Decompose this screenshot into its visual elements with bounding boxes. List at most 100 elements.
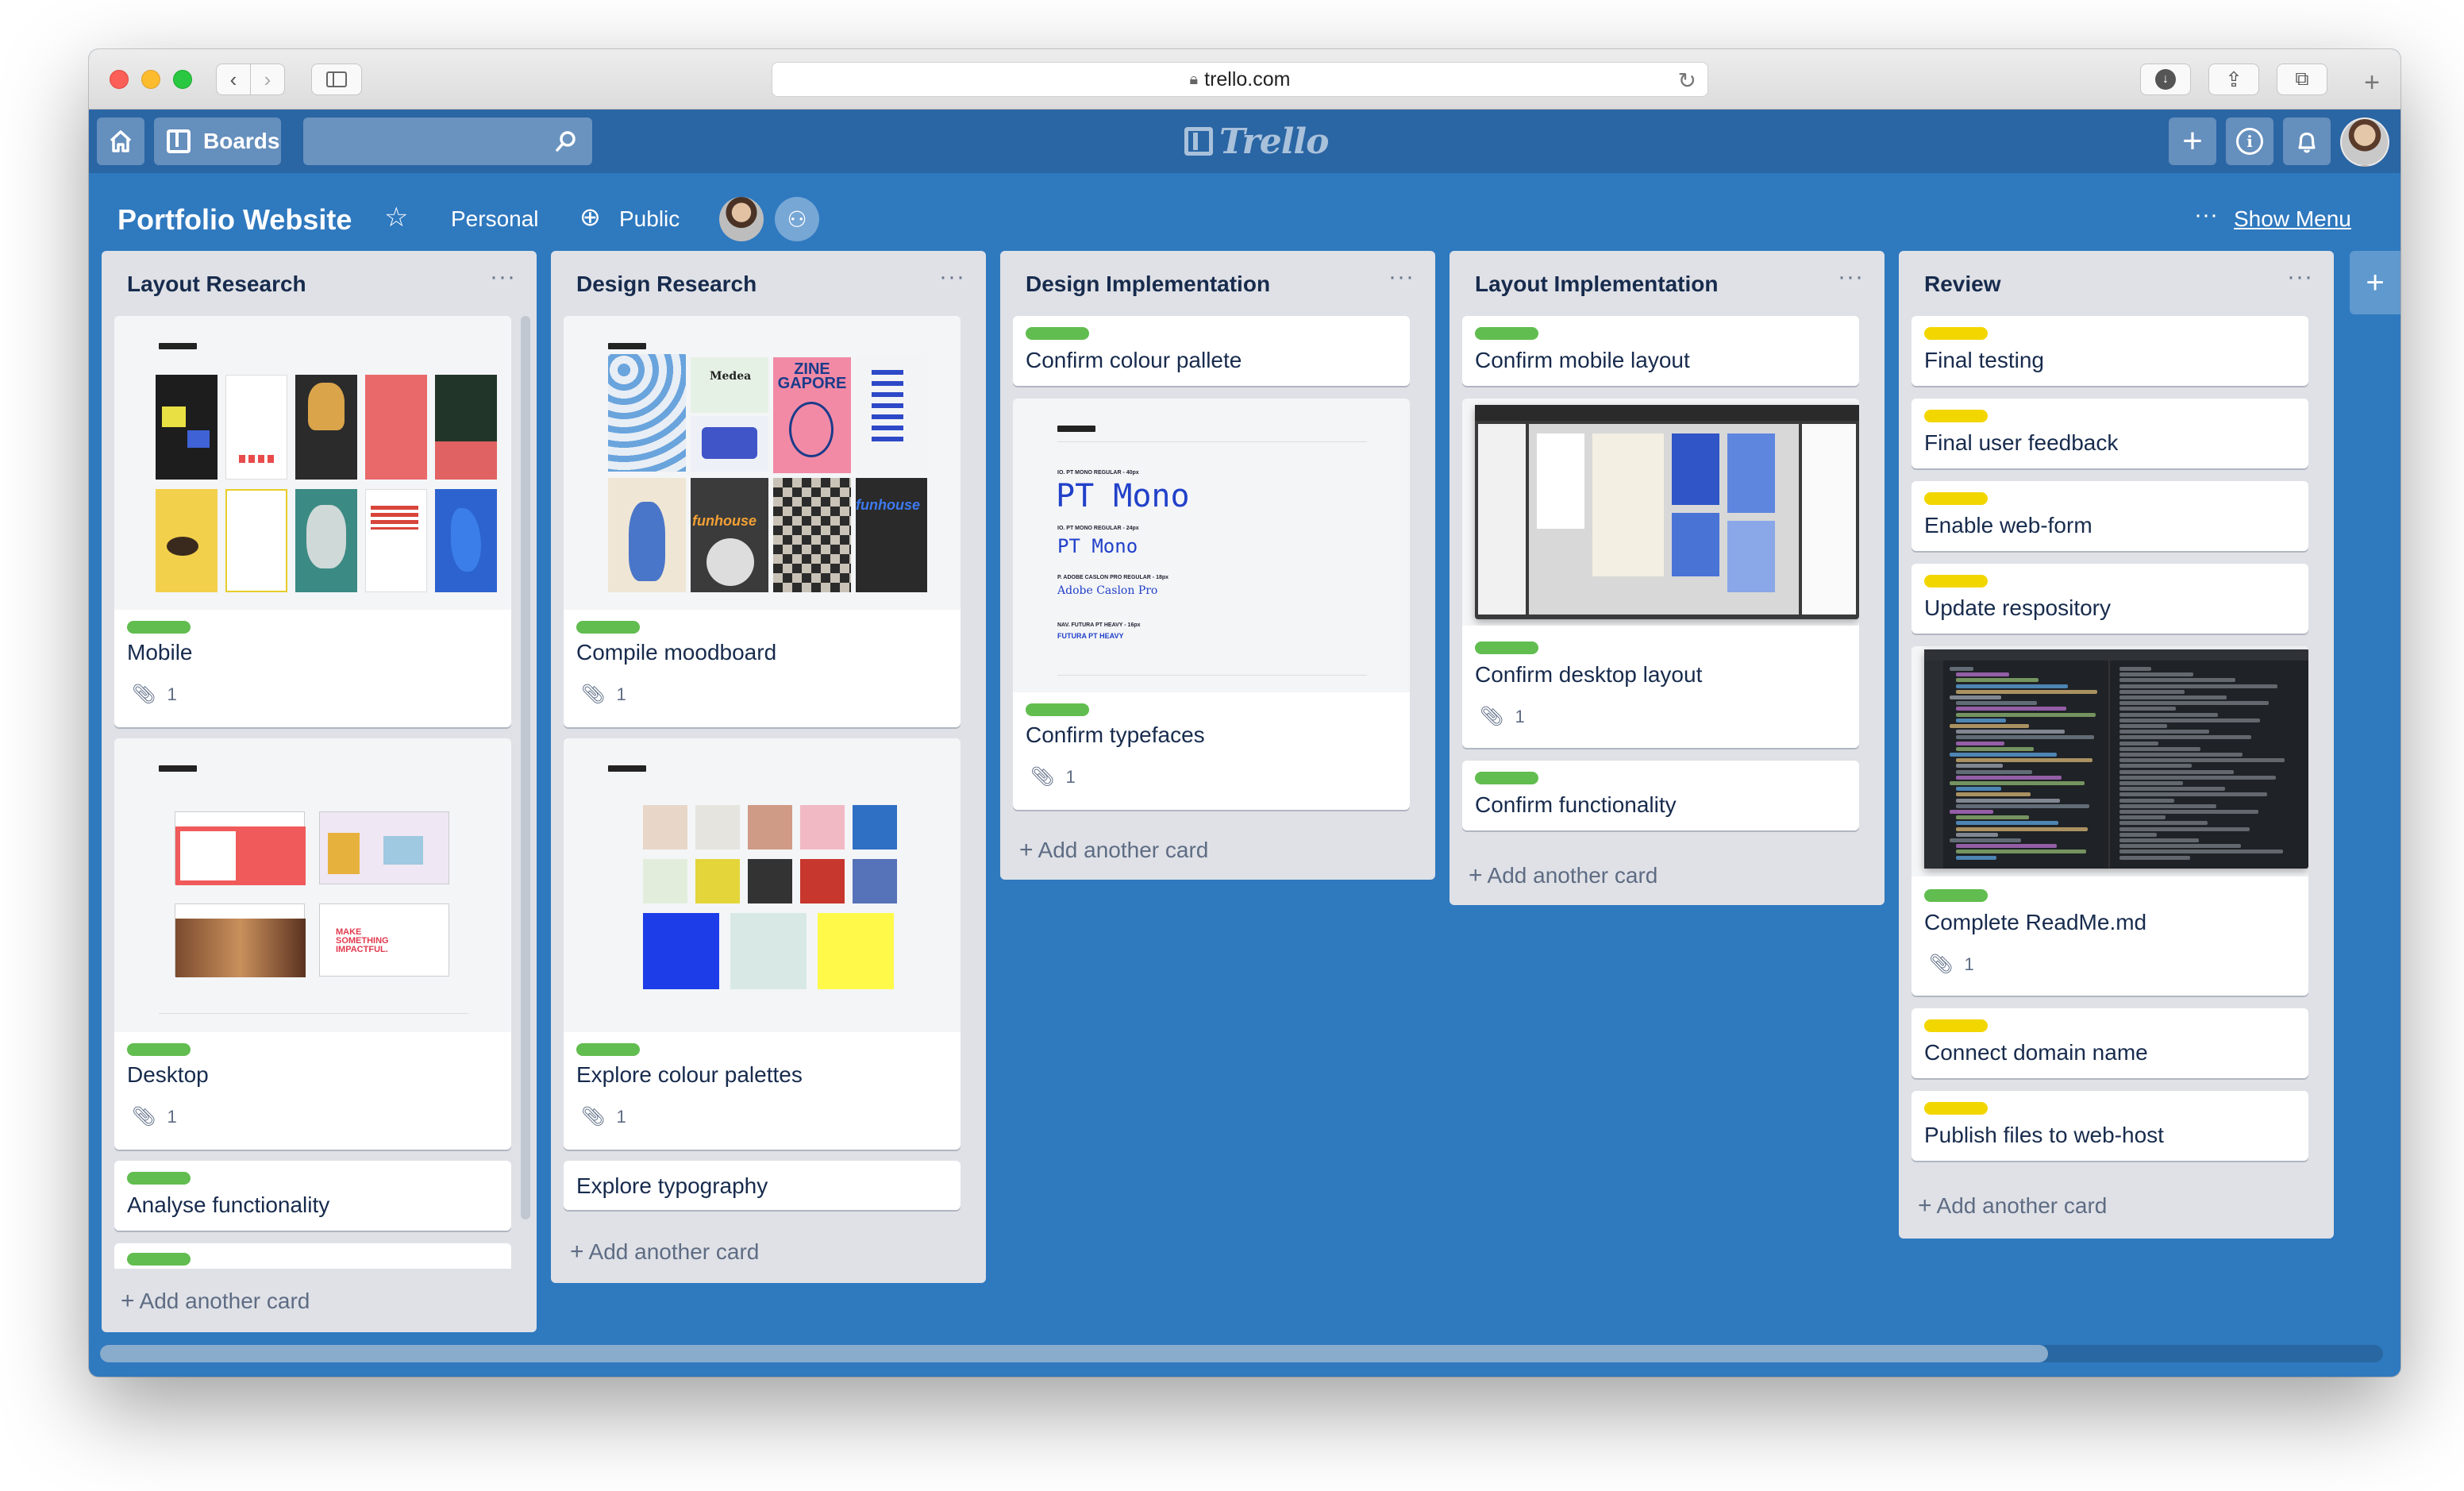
star-icon[interactable]: ☆ (384, 202, 408, 233)
card-confirm-typefaces[interactable]: IO. PT MONO REGULAR - 40px PT Mono IO. P… (1013, 399, 1410, 810)
card-label-green (127, 621, 191, 634)
card-update-respository[interactable]: Update respository (1912, 564, 2308, 634)
code-line (1956, 678, 2039, 683)
attachment-count: 1 (1964, 954, 1974, 974)
type-sample-4: FUTURA PT HEAVY (1057, 632, 1124, 640)
trello-logo[interactable]: Trello (1184, 121, 1329, 162)
add-card-button[interactable]: + Add another card (570, 1239, 759, 1266)
user-avatar[interactable] (2340, 118, 2389, 167)
list-scrollbar[interactable] (521, 316, 530, 1219)
code-line (1956, 735, 2094, 740)
code-line (1956, 707, 2066, 711)
board-title[interactable]: Portfolio Website (117, 203, 352, 237)
list-menu-icon[interactable]: ··· (490, 264, 516, 291)
attachment-count: 1 (1065, 766, 1076, 787)
card-explore-typography[interactable]: Explore typography (564, 1161, 961, 1210)
cover-caption (1057, 426, 1095, 432)
show-tabs-button[interactable]: ⧉ (2277, 64, 2327, 95)
card-title: Desktop (127, 1062, 209, 1087)
card-connect-domain-name[interactable]: Connect domain name (1912, 1008, 2308, 1078)
card-analyse-functionality[interactable]: Analyse functionality (114, 1161, 511, 1231)
list-title[interactable]: Layout Implementation (1475, 272, 1718, 297)
card-final-testing[interactable]: Final testing (1912, 316, 2308, 386)
preview-line (2119, 678, 2235, 683)
home-button[interactable] (97, 118, 144, 165)
card-confirm-mobile-layout[interactable]: Confirm mobile layout (1462, 316, 1859, 386)
card-enable-web-form[interactable]: Enable web-form (1912, 481, 2308, 551)
list-title[interactable]: Design Implementation (1026, 272, 1270, 297)
code-line (1956, 769, 2032, 774)
address-bar[interactable]: 🔒︎ trello.com ↻ (772, 62, 1708, 97)
create-button[interactable]: + (2169, 118, 2216, 165)
back-button[interactable]: ‹ (216, 64, 251, 95)
preview-line (2119, 701, 2269, 706)
card-partial[interactable] (114, 1243, 511, 1269)
card-final-user-feedback[interactable]: Final user feedback (1912, 399, 2308, 468)
boards-label: Boards (203, 129, 280, 153)
add-card-label: Add another card (1487, 863, 1658, 888)
sidebar-toggle-button[interactable] (311, 64, 362, 95)
plus-icon: + (1469, 862, 1483, 888)
reload-icon[interactable]: ↻ (1678, 67, 1696, 94)
list-menu-icon[interactable]: ··· (2287, 264, 2313, 291)
downloads-button[interactable]: ↓ (2140, 64, 2191, 95)
cover-caption (159, 765, 197, 772)
list-menu-icon[interactable]: ··· (1388, 264, 1415, 291)
paperclip-icon: 📎︎ (581, 1106, 606, 1127)
zoom-window-button[interactable] (173, 70, 192, 89)
minimize-window-button[interactable] (141, 70, 160, 89)
preview-line (2119, 667, 2151, 671)
list-menu-icon[interactable]: ··· (1838, 264, 1864, 291)
card-cover-image (1912, 646, 2308, 876)
card-label-green (1475, 327, 1538, 340)
show-menu-link[interactable]: Show Menu (2234, 206, 2351, 232)
card-confirm-colour-pallete[interactable]: Confirm colour pallete (1013, 316, 1410, 386)
list-title[interactable]: Design Research (576, 272, 757, 297)
list-menu-icon[interactable]: ··· (939, 264, 965, 291)
card-desktop[interactable]: MAKE SOMETHING IMPACTFUL. Desktop 📎︎ 1 (114, 738, 511, 1150)
invite-member-button[interactable]: ⚇ (775, 197, 819, 241)
new-tab-button[interactable]: + (2356, 67, 2388, 98)
card-label-yellow (1924, 1102, 1988, 1115)
forward-button[interactable]: › (250, 64, 285, 95)
share-button[interactable]: ⇪ (2208, 64, 2259, 95)
card-title: Complete ReadMe.md (1924, 910, 2147, 934)
card-publish-files[interactable]: Publish files to web-host (1912, 1091, 2308, 1161)
list-title[interactable]: Review (1924, 272, 2001, 297)
preview-line (2119, 781, 2183, 785)
type-caption-4: NAV. FUTURA PT HEAVY - 16px (1057, 622, 1141, 628)
download-icon: ↓ (2155, 69, 2176, 90)
add-card-button[interactable]: + Add another card (1469, 862, 1657, 889)
board-scrollbar-thumb[interactable] (100, 1345, 2048, 1362)
code-line (1956, 701, 2037, 706)
add-card-button[interactable]: + Add another card (121, 1288, 310, 1315)
card-confirm-functionality[interactable]: Confirm functionality (1462, 761, 1859, 830)
attachment-count: 1 (616, 684, 626, 704)
info-button[interactable]: i (2226, 118, 2273, 165)
search-input[interactable] (303, 118, 592, 165)
bell-icon (2298, 132, 2316, 153)
boards-button[interactable]: Boards (154, 118, 281, 165)
member-avatar[interactable] (719, 197, 764, 241)
add-card-button[interactable]: + Add another card (1019, 837, 1208, 864)
card-title: Compile moodboard (576, 640, 777, 665)
card-complete-readme[interactable]: Complete ReadMe.md 📎︎ 1 (1912, 646, 2308, 996)
list-design-research: Design Research ··· Medea ZINE GAPORE fu… (551, 251, 986, 1283)
attachment-badge: 📎︎ 1 (1030, 765, 1076, 788)
visibility-button[interactable]: Public (619, 206, 680, 232)
add-card-button[interactable]: + Add another card (1918, 1192, 2107, 1219)
close-window-button[interactable] (110, 70, 129, 89)
preview-line (2119, 855, 2190, 860)
team-visibility-button[interactable]: Personal (451, 206, 539, 232)
preview-line (2119, 826, 2250, 831)
type-caption-1: IO. PT MONO REGULAR - 40px (1057, 470, 1139, 476)
list-title[interactable]: Layout Research (127, 272, 306, 297)
preview-line (2119, 741, 2158, 746)
notifications-button[interactable] (2283, 118, 2331, 165)
card-compile-moodboard[interactable]: Medea ZINE GAPORE funhouse funhouse Comp… (564, 316, 961, 727)
card-mobile[interactable]: Mobile 📎︎ 1 (114, 316, 511, 727)
preview-line (2119, 792, 2267, 797)
card-explore-colour-palettes[interactable]: Explore colour palettes 📎︎ 1 (564, 738, 961, 1150)
add-list-button[interactable]: + (2350, 251, 2400, 314)
card-confirm-desktop-layout[interactable]: Confirm desktop layout 📎︎ 1 (1462, 399, 1859, 748)
